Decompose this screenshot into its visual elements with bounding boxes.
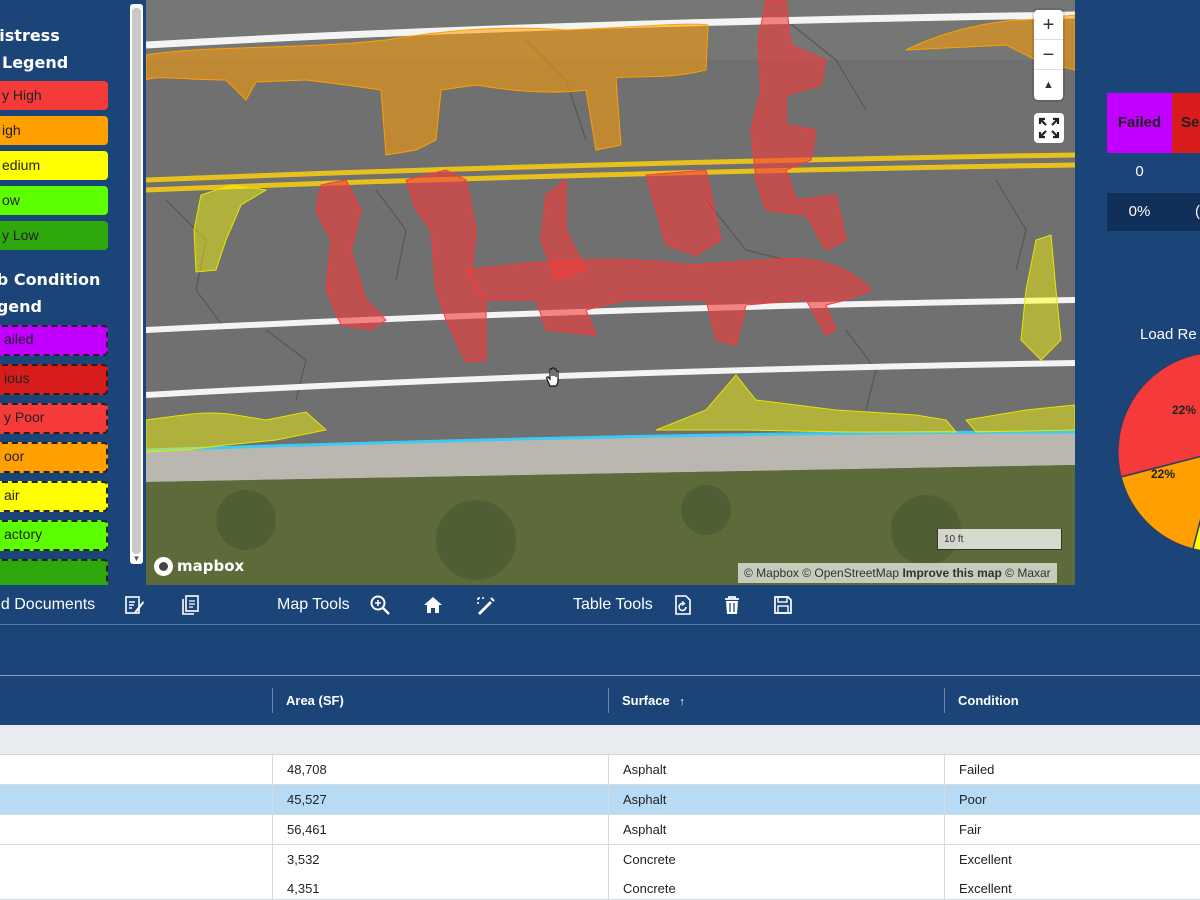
- trash-icon[interactable]: [721, 594, 743, 616]
- draw-tool-icon[interactable]: [475, 594, 497, 616]
- table-row[interactable]: 48,708 Asphalt Failed: [0, 755, 1200, 785]
- table-row[interactable]: 4,351 Concrete Excellent: [0, 874, 1200, 900]
- map-attribution: © Mapbox © OpenStreetMap Improve this ma…: [738, 563, 1057, 583]
- pie-label: 22%: [1151, 467, 1175, 481]
- cell-condition: Excellent: [944, 874, 1012, 900]
- cell-area: 48,708: [272, 755, 327, 784]
- zoom-search-icon[interactable]: [369, 594, 391, 616]
- group-row: [0, 725, 1200, 755]
- documents-label: nd Documents: [0, 596, 96, 613]
- legend-title-line: ab Condition: [0, 270, 101, 289]
- pie-label: 22%: [1172, 403, 1196, 417]
- legend-low: ow: [0, 186, 108, 215]
- table-row[interactable]: 56,461 Asphalt Fair: [0, 815, 1200, 845]
- edit-document-icon[interactable]: [123, 594, 145, 616]
- cell-condition: Fair: [944, 815, 981, 844]
- cell-surface: Asphalt: [608, 785, 666, 814]
- slab-legend-title: ab Condition egend: [0, 266, 100, 320]
- refresh-document-icon[interactable]: [672, 594, 694, 616]
- cell-surface: Asphalt: [608, 815, 666, 844]
- cell-condition: Poor: [944, 785, 986, 814]
- legend-very-poor: y Poor: [0, 403, 108, 434]
- save-icon[interactable]: [772, 594, 794, 616]
- fullscreen-button[interactable]: [1034, 113, 1064, 143]
- legend-panel: Distress y Legend y High igh edium ow y …: [0, 0, 146, 585]
- map-view[interactable]: + − ▲ 10 ft mapbox © Mapbox © OpenStreet…: [146, 0, 1075, 585]
- failed-header: Failed: [1107, 93, 1172, 153]
- stats-panel: Failed Se 0 0% ( Load Re 22% 22%: [1075, 0, 1200, 585]
- mapbox-logo-icon: [154, 556, 173, 576]
- attribution-text[interactable]: © Mapbox © OpenStreetMap: [744, 566, 899, 580]
- scroll-down-icon[interactable]: ▼: [132, 554, 141, 564]
- cell-surface: Concrete: [608, 874, 676, 900]
- cell-area: 45,527: [272, 785, 327, 814]
- zoom-controls: + − ▲: [1034, 10, 1063, 100]
- legend-serious: ious: [0, 364, 108, 395]
- legend-poor: oor: [0, 442, 108, 473]
- table-row-selected[interactable]: 45,527 Asphalt Poor: [0, 785, 1200, 815]
- legend-very-low: y Low: [0, 221, 108, 250]
- column-header-condition[interactable]: Condition: [944, 676, 1019, 725]
- failed-count: 0: [1135, 163, 1144, 180]
- load-pie-chart: 22% 22%: [1118, 352, 1200, 552]
- attribution-maxar[interactable]: © Maxar: [1005, 566, 1051, 580]
- column-header-surface[interactable]: Surface ↑: [608, 676, 685, 725]
- table-tools-label: Table Tools: [573, 596, 653, 613]
- sort-ascending-icon[interactable]: ↑: [679, 696, 685, 708]
- mapbox-logo-text: mapbox: [177, 557, 245, 575]
- cell-area: 3,532: [272, 845, 320, 874]
- cell-area: 56,461: [272, 815, 327, 844]
- improve-map-link[interactable]: Improve this map: [902, 566, 1001, 580]
- distress-legend-title: Distress y Legend: [0, 22, 68, 76]
- home-icon[interactable]: [422, 594, 444, 616]
- legend-satisfactory: actory: [0, 520, 108, 551]
- table-header: Area (SF) Surface ↑ Condition: [0, 676, 1200, 725]
- legend-fair: air: [0, 481, 108, 512]
- map-tools-label: Map Tools: [277, 596, 350, 613]
- serious-percent: (: [1195, 203, 1200, 220]
- hand-cursor-icon: [546, 367, 559, 387]
- legend-title-line: egend: [0, 297, 42, 316]
- scale-bar: 10 ft: [937, 529, 1062, 550]
- expand-icon: [1038, 117, 1060, 139]
- column-header-label: Surface: [622, 693, 670, 708]
- legend-title-line: y Legend: [0, 53, 69, 72]
- table-row[interactable]: 3,532 Concrete Excellent: [0, 845, 1200, 875]
- legend-scroll-thumb[interactable]: [132, 8, 141, 554]
- serious-header: Se: [1172, 93, 1200, 153]
- column-header-area[interactable]: Area (SF): [272, 676, 344, 725]
- cell-condition: Failed: [944, 755, 994, 784]
- cell-surface: Concrete: [608, 845, 676, 874]
- legend-good: [0, 559, 108, 585]
- compass-button[interactable]: ▲: [1034, 70, 1063, 100]
- zoom-in-button[interactable]: +: [1034, 10, 1063, 40]
- legend-very-high: y High: [0, 81, 108, 110]
- load-chart-title: Load Re: [1140, 326, 1197, 343]
- failed-percent: 0%: [1128, 203, 1151, 220]
- mapbox-logo[interactable]: mapbox: [154, 555, 244, 577]
- cell-condition: Excellent: [944, 845, 1012, 874]
- legend-high: igh: [0, 116, 108, 145]
- legend-title-line: Distress: [0, 26, 60, 45]
- aerial-imagery: [146, 0, 1075, 585]
- toolbar: nd Documents Map Tools Table Tools: [0, 585, 1200, 625]
- percent-row: 0% (: [1107, 193, 1200, 231]
- cell-area: 4,351: [272, 874, 320, 900]
- table-toolbar-area: [0, 625, 1200, 676]
- zoom-out-button[interactable]: −: [1034, 40, 1063, 70]
- legend-scrollbar[interactable]: ▼: [130, 4, 143, 564]
- cell-surface: Asphalt: [608, 755, 666, 784]
- legend-medium: edium: [0, 151, 108, 180]
- copy-documents-icon[interactable]: [179, 594, 201, 616]
- legend-failed: ailed: [0, 325, 108, 356]
